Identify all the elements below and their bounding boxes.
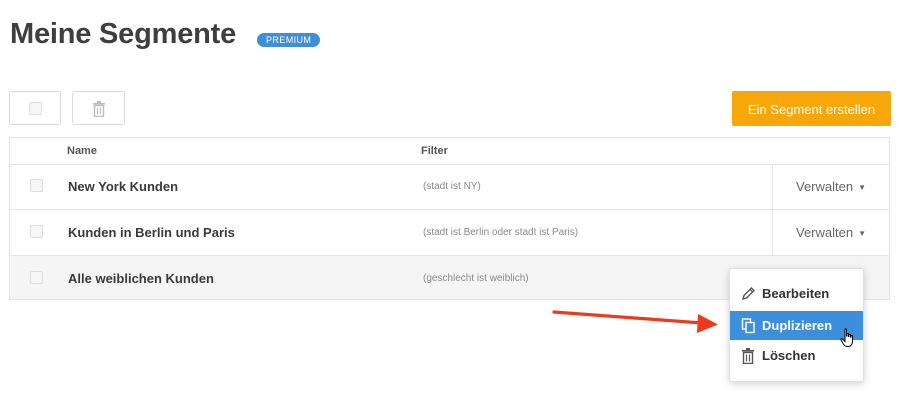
table-header: Name Filter: [10, 138, 889, 165]
segment-filter: (stadt ist Berlin oder stadt ist Paris): [423, 227, 579, 238]
row-checkbox[interactable]: [30, 271, 43, 284]
select-all-button[interactable]: [9, 91, 61, 125]
hand-cursor-icon: [840, 328, 853, 347]
create-segment-button[interactable]: Ein Segment erstellen: [732, 91, 891, 126]
column-header-filter: Filter: [421, 145, 448, 157]
pencil-icon: [741, 287, 755, 301]
segment-name[interactable]: Kunden in Berlin und Paris: [68, 225, 235, 240]
premium-badge: PREMIUM: [257, 33, 321, 47]
menu-item-label: Löschen: [762, 348, 816, 363]
caret-down-icon: ▼: [858, 183, 866, 192]
row-checkbox[interactable]: [30, 225, 43, 238]
segment-name[interactable]: New York Kunden: [68, 179, 178, 194]
table-row[interactable]: New York Kunden (stadt ist NY) Verwalten…: [10, 164, 889, 210]
menu-item-label: Duplizieren: [762, 318, 833, 333]
select-all-checkbox[interactable]: [29, 102, 42, 115]
menu-item-label: Bearbeiten: [762, 286, 830, 301]
trash-icon: [742, 348, 754, 364]
manage-label: Verwalten: [795, 179, 854, 194]
delete-selected-button[interactable]: [72, 91, 125, 125]
page-title: Meine Segmente: [10, 18, 237, 50]
table-row[interactable]: Kunden in Berlin und Paris (stadt ist Be…: [10, 210, 889, 256]
trash-icon: [93, 101, 105, 117]
segment-filter: (geschlecht ist weiblich): [423, 273, 529, 284]
manage-dropdown-menu: Bearbeiten Duplizieren Löschen: [729, 268, 864, 382]
annotation-arrow-icon: [552, 310, 718, 333]
manage-label: Verwalten: [795, 225, 854, 240]
copy-icon: [741, 318, 755, 334]
manage-dropdown-button[interactable]: Verwalten ▼: [772, 210, 889, 255]
manage-dropdown-button[interactable]: Verwalten ▼: [772, 164, 889, 209]
segment-filter: (stadt ist NY): [423, 181, 481, 192]
menu-item-edit[interactable]: Bearbeiten: [730, 279, 863, 308]
row-checkbox[interactable]: [30, 179, 43, 192]
caret-down-icon: ▼: [858, 229, 866, 238]
column-header-name: Name: [67, 145, 97, 157]
segment-name[interactable]: Alle weiblichen Kunden: [68, 271, 214, 286]
